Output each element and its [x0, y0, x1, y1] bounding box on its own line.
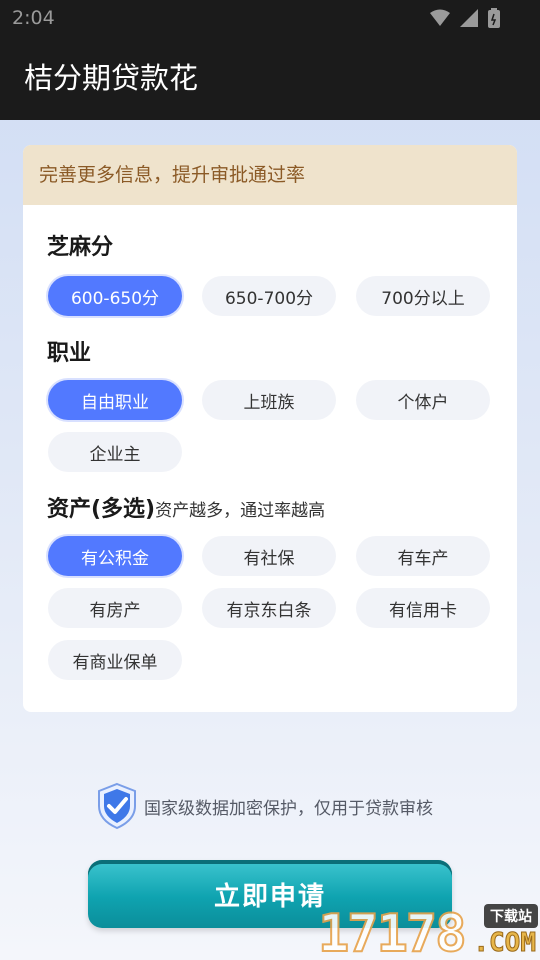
- chip-sesame-700-plus[interactable]: 700分以上: [356, 276, 490, 316]
- info-banner: 完善更多信息，提升审批通过率: [23, 145, 517, 205]
- watermark-digits: 17178: [317, 903, 468, 960]
- watermark-badge: 下载站: [484, 904, 538, 928]
- chip-asset-jd-baitiao[interactable]: 有京东白条: [202, 588, 336, 628]
- security-note: 国家级数据加密保护，仅用于贷款审核: [96, 782, 433, 830]
- security-note-text: 国家级数据加密保护，仅用于贷款审核: [144, 798, 433, 819]
- shield-check-icon: [98, 782, 136, 830]
- section-title-assets: 资产(多选)资产越多，通过率越高: [47, 491, 325, 523]
- chip-sesame-650-700[interactable]: 650-700分: [202, 276, 336, 316]
- chip-asset-car[interactable]: 有车产: [356, 536, 490, 576]
- chip-job-office[interactable]: 上班族: [202, 380, 336, 420]
- status-bar: 2:04: [0, 0, 540, 36]
- chip-sesame-600-650[interactable]: 600-650分: [48, 276, 182, 316]
- chip-asset-credit-card[interactable]: 有信用卡: [356, 588, 490, 628]
- section-title-sesame: 芝麻分: [47, 235, 114, 260]
- app-bar: 桔分期贷款花: [0, 36, 540, 120]
- wifi-icon: [430, 9, 450, 26]
- assets-title: 资产(多选): [47, 497, 156, 522]
- battery-icon: [488, 8, 500, 28]
- site-watermark: 17178 下载站 .COM: [317, 900, 540, 960]
- chip-asset-housing-fund[interactable]: 有公积金: [48, 536, 182, 576]
- status-icons: [430, 8, 500, 28]
- chip-asset-social-security[interactable]: 有社保: [202, 536, 336, 576]
- chip-job-self-employed[interactable]: 个体户: [356, 380, 490, 420]
- signal-icon: [460, 9, 478, 27]
- assets-subtitle: 资产越多，通过率越高: [155, 501, 326, 521]
- app-title: 桔分期贷款花: [24, 61, 199, 95]
- section-title-job: 职业: [47, 341, 92, 366]
- chip-asset-commercial-insurance[interactable]: 有商业保单: [48, 640, 182, 680]
- info-form-card: 完善更多信息，提升审批通过率 芝麻分 600-650分 650-700分 700…: [23, 145, 517, 712]
- status-time: 2:04: [12, 7, 55, 29]
- chip-asset-house[interactable]: 有房产: [48, 588, 182, 628]
- chip-job-freelance[interactable]: 自由职业: [48, 380, 182, 420]
- watermark-suffix: .COM: [473, 928, 537, 959]
- chip-job-business-owner[interactable]: 企业主: [48, 432, 182, 472]
